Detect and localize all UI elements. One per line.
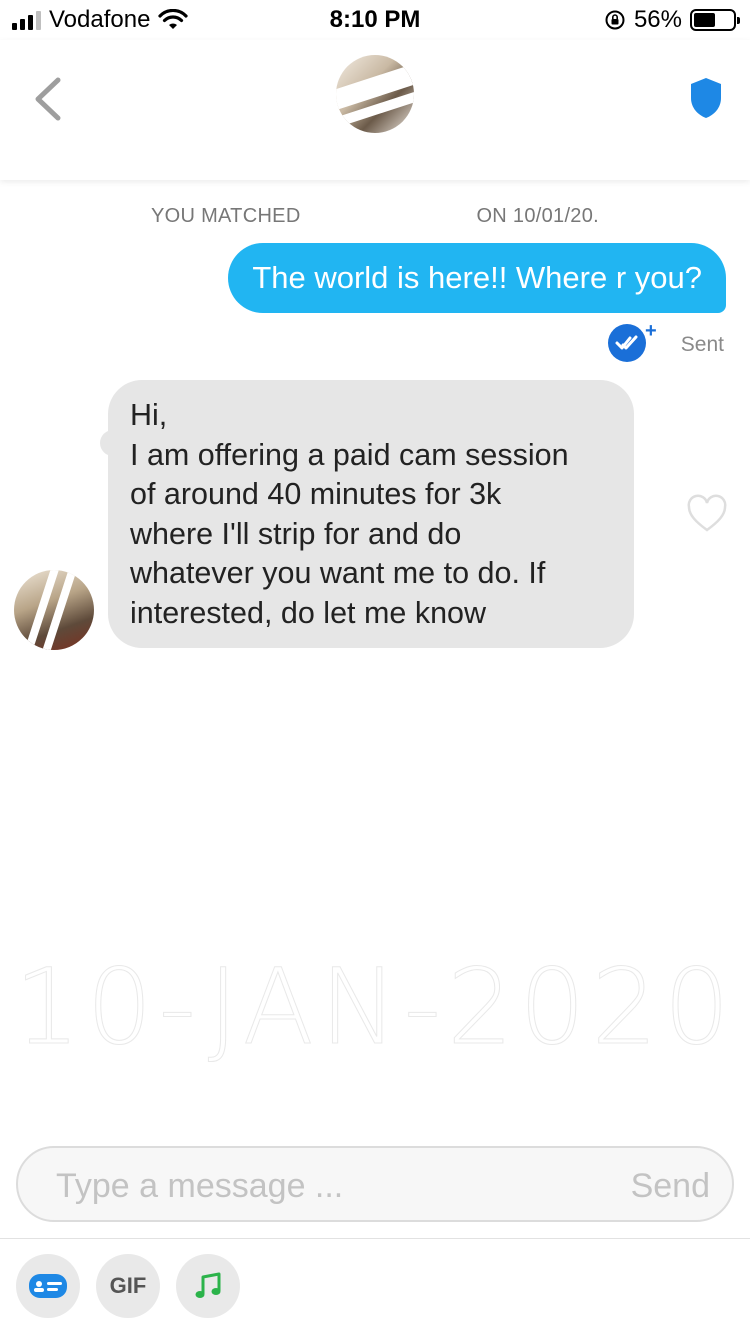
incoming-message-line: where I'll strip for and do <box>130 516 462 551</box>
music-note-icon <box>195 1272 221 1298</box>
match-suffix: ON 10/01/20. <box>476 205 600 227</box>
message-composer[interactable]: Type a message ... Send <box>16 1146 734 1222</box>
gif-icon: GIF <box>109 1273 147 1298</box>
battery-percent: 56% <box>633 6 682 33</box>
read-receipt-plus-icon: + <box>645 320 657 342</box>
sticker-button[interactable] <box>16 1254 80 1318</box>
match-date-line: YOU MATCHED ON 10/01/20. <box>0 205 750 228</box>
incoming-message-line: of around 40 minutes for 3k <box>130 477 502 511</box>
outgoing-message-bubble[interactable]: The world is here!! Where r you? <box>228 243 726 313</box>
sticker-card-icon <box>29 1274 67 1298</box>
match-avatar[interactable] <box>336 55 414 133</box>
message-input[interactable]: Type a message ... <box>56 1167 343 1206</box>
heart-icon[interactable] <box>686 494 728 534</box>
toolbar-divider <box>0 1238 750 1239</box>
date-watermark: 10-JAN-2020 <box>14 946 736 1069</box>
shield-icon[interactable] <box>688 76 724 120</box>
status-bar-right: 56% <box>604 6 740 34</box>
match-prefix: YOU MATCHED <box>150 205 307 227</box>
incoming-message-bubble[interactable]: Hi, I am offering a paid cam session of … <box>108 380 634 648</box>
send-button[interactable]: Send <box>631 1167 710 1206</box>
message-status: Sent <box>680 333 724 356</box>
battery-icon <box>690 9 740 31</box>
back-button[interactable] <box>28 74 68 124</box>
orientation-lock-icon <box>605 10 625 30</box>
redacted-name <box>306 209 477 224</box>
incoming-message-line: Hi, <box>130 398 168 432</box>
status-bar: Vodafone 8:10 PM 56% <box>0 0 750 40</box>
incoming-message-line: interested, do let me know <box>130 595 487 630</box>
incoming-message-line: I am offering a paid cam session <box>130 437 569 472</box>
music-button[interactable] <box>176 1254 240 1318</box>
gif-button[interactable]: GIF <box>96 1254 160 1318</box>
outgoing-message-text: The world is here!! Where r you? <box>252 260 702 295</box>
read-receipt-icon[interactable] <box>608 324 646 362</box>
sender-avatar[interactable] <box>14 570 94 650</box>
chat-header <box>0 40 750 180</box>
incoming-message-line: whatever you want me to do. If <box>130 556 546 590</box>
